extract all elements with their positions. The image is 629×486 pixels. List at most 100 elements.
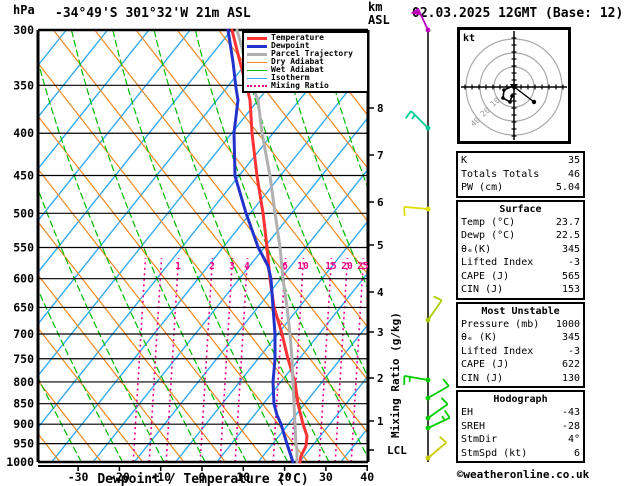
wet-adiabat-line — [38, 376, 82, 462]
row-label: Dewp (°C) — [461, 230, 516, 241]
x-axis-title: Dewpoint / Temperature (°C) — [97, 472, 309, 486]
table-row: Lifted Index -3 — [461, 345, 580, 359]
legend-line-sample — [247, 69, 267, 71]
wind-barb — [425, 409, 450, 431]
pressure-tick-label: 850 — [13, 397, 34, 411]
row-value: 23.7 — [555, 216, 580, 228]
mixing-ratio-value-label: 3 — [229, 261, 235, 272]
row-label: EH — [461, 407, 474, 418]
row-value: 35 — [567, 155, 580, 166]
mixing-ratio-value-label: 1 — [175, 261, 181, 272]
row-label: Totals Totals — [461, 168, 540, 180]
pressure-tick-label: 950 — [13, 437, 34, 451]
row-value: -3 — [567, 257, 580, 268]
row-value: 1000 — [555, 318, 580, 330]
row-label: SREH — [461, 420, 486, 432]
mixing-ratio-line — [132, 257, 147, 462]
legend-line-sample — [247, 85, 267, 87]
table-row: EH -43 — [461, 406, 580, 420]
mixing-ratio-value-label: 20 — [341, 261, 353, 272]
row-value: 622 — [561, 359, 580, 370]
row-value: 153 — [561, 284, 580, 295]
wind-barb — [425, 397, 449, 421]
row-value: 5.04 — [555, 182, 580, 193]
pressure-tick-label: 1000 — [6, 455, 34, 469]
table-row: CAPE (J) 622 — [461, 358, 580, 372]
pressure-tick-label: 700 — [13, 327, 34, 341]
legend-line-sample — [247, 61, 267, 63]
mixing-ratio-axis-title: Mixing Ratio (g/kg) — [389, 312, 402, 438]
km-tick-label: 8 — [377, 102, 384, 115]
row-value: 46 — [567, 168, 580, 180]
pressure-tick-label: 300 — [13, 23, 34, 37]
table-row: θₑ(K) 345 — [461, 243, 580, 257]
row-label: θₑ (K) — [461, 332, 498, 343]
table-title: Most Unstable — [481, 305, 560, 317]
dry-adiabat-line — [176, 30, 368, 276]
wind-barb — [403, 374, 431, 385]
table-row: CAPE (J) 565 — [461, 270, 580, 284]
isotherm-line — [175, 219, 368, 462]
table-row: Totals Totals 46 — [461, 168, 580, 182]
lcl-label: LCL — [387, 444, 407, 457]
mixing-ratio-value-label: 10 — [297, 261, 309, 272]
legend: Temperature Dewpoint Parcel Trajectory Dry … — [242, 31, 369, 93]
row-label: Lifted Index — [461, 345, 534, 357]
legend-line-sample — [247, 36, 267, 40]
km-tick-label: 2 — [377, 372, 384, 385]
wet-adiabat-line — [360, 30, 368, 62]
isotherm-line — [257, 323, 368, 462]
row-value: 4° — [567, 434, 580, 445]
km-tick-label: 6 — [377, 196, 384, 209]
pressure-tick-label: 750 — [13, 352, 34, 366]
isotherm-line — [216, 271, 368, 462]
row-value: 22.5 — [555, 230, 580, 241]
legend-label: Mixing Ratio — [271, 81, 329, 90]
table-row: Lifted Index -3 — [461, 256, 580, 270]
dry-adiabat-line — [259, 30, 368, 170]
isotherm-line — [38, 30, 233, 274]
copyright: ©weatheronline.co.uk — [456, 468, 590, 481]
pressure-tick-label: 650 — [13, 300, 34, 314]
row-label: Pressure (mb) — [461, 318, 540, 330]
mixing-ratio-value-label: 25 — [357, 261, 369, 272]
wind-barb — [405, 110, 431, 131]
indices-table: Surface Temp (°C) 23.7 Dewp (°C) 22.5 θₑ(K) 34… — [456, 199, 585, 300]
km-tick-label: 5 — [377, 239, 384, 252]
row-label: Lifted Index — [461, 257, 534, 268]
table-row: Temp (°C) 23.7 — [461, 216, 580, 230]
row-value: -3 — [567, 345, 580, 357]
row-label: Temp (°C) — [461, 216, 516, 228]
row-value: 6 — [573, 447, 580, 459]
pressure-tick-label: 800 — [13, 375, 34, 389]
isotherm-line — [38, 30, 274, 326]
row-label: PW (cm) — [461, 182, 504, 193]
row-value: -28 — [561, 420, 580, 432]
indices-table: Hodograph EH -43 SREH -28 StmDir 4° StmSpd (kt)… — [456, 390, 585, 463]
row-label: CIN (J) — [461, 372, 504, 384]
pressure-tick-label: 350 — [13, 78, 34, 92]
legend-item: Mixing Ratio — [247, 82, 367, 90]
row-value: 345 — [561, 243, 580, 255]
mixing-ratio-value-label: 15 — [325, 261, 337, 272]
row-value: -43 — [561, 407, 580, 418]
table-row: θₑ (K) 345 — [461, 331, 580, 345]
row-value: 130 — [561, 372, 580, 384]
row-label: CIN (J) — [461, 284, 504, 295]
legend-line-sample — [247, 52, 267, 56]
mixing-ratio-value-label: 4 — [244, 261, 250, 272]
indices-table: Most Unstable Pressure (mb) 1000 θₑ (K) 345 L… — [456, 301, 585, 388]
table-row: CIN (J) 153 — [461, 283, 580, 297]
pressure-tick-label: 400 — [13, 126, 34, 140]
table-row: StmDir 4° — [461, 433, 580, 447]
wind-barb — [410, 7, 431, 33]
mixing-ratio-line — [350, 257, 365, 462]
km-tick-label: 4 — [377, 286, 384, 299]
table-title: Surface — [499, 203, 542, 215]
table-row: Pressure (mb) 1000 — [461, 318, 580, 332]
table-row: K 35 — [461, 154, 580, 168]
row-label: StmSpd (kt) — [461, 447, 528, 459]
hodograph: 102040kt — [457, 27, 571, 144]
row-label: K — [461, 155, 468, 166]
table-row: Dewp (°C) 22.5 — [461, 229, 580, 243]
